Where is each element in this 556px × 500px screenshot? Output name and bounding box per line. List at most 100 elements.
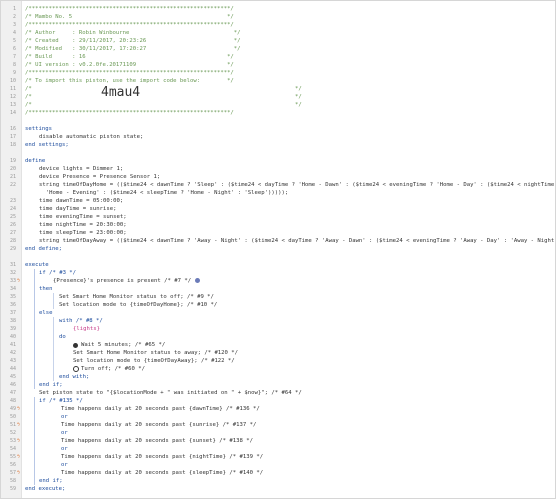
code-line: 39 {lights}: [9, 325, 100, 333]
variable-declaration[interactable]: device lights = Dimmer 1;: [39, 165, 123, 173]
settings-keyword: settings: [25, 126, 52, 132]
device-reference[interactable]: {lights}: [73, 325, 100, 333]
subscription-lightning-icon: ϟ: [17, 406, 21, 412]
subscription-lightning-icon: ϟ: [17, 470, 21, 476]
with-statement[interactable]: with /* #8 */: [59, 317, 103, 325]
import-code[interactable]: 4mau4: [101, 86, 140, 99]
variable-declaration[interactable]: time eveningTime = sunset;: [39, 213, 127, 221]
code-line: 36 Set location mode to {timeOfDayHome}; …: [9, 301, 218, 309]
subscription-lightning-icon: ϟ: [17, 422, 21, 428]
code-line: 22 string timeOfDayHome = (($time24 < daw…: [1, 181, 555, 189]
trigger-condition[interactable]: Time happens daily at 20 seconds past {n…: [61, 453, 263, 461]
code-line: 38 with /* #8 */: [9, 317, 103, 325]
code-line: 23 time dawnTime = 05:00:00;: [9, 197, 124, 205]
code-line: 34 then: [9, 286, 53, 292]
code-line: 32 if /* #3 */: [9, 269, 77, 277]
code-line: 25 time eveningTime = sunset;: [9, 213, 127, 221]
set-piston-state[interactable]: Set piston state to "{$locationMode + " …: [39, 389, 302, 397]
action-statement[interactable]: Wait 5 minutes; /* #65 */: [81, 341, 165, 349]
execute-end: end execute;: [25, 486, 66, 492]
info-icon[interactable]: [195, 278, 200, 283]
code-line: 40 do: [9, 334, 66, 340]
code-line: 26 time nightTime = 20:30:00;: [9, 221, 127, 229]
code-line: 29 end define;: [9, 246, 63, 252]
if-statement[interactable]: if /* #135 */: [39, 397, 83, 405]
code-line: 51 ϟ Time happens daily at 20 seconds past…: [9, 421, 257, 429]
code-line: 35 Set Smart Home Monitor status to off; …: [9, 293, 214, 301]
variable-declaration[interactable]: time dayTime = sunrise;: [39, 205, 116, 213]
code-line: 18 end settings;: [9, 142, 69, 148]
subscription-lightning-icon: ϟ: [17, 278, 21, 284]
then-keyword: then: [39, 286, 53, 292]
or-keyword: or: [61, 414, 68, 420]
action-statement[interactable]: Set location mode to {timeOfDayAway}; /*…: [73, 357, 235, 365]
or-keyword: or: [61, 462, 68, 468]
code-line: 28 string timeOfDayAway = (($time24 < daw…: [1, 237, 555, 245]
block-guide: [34, 397, 35, 485]
code-line: 49 ϟ Time happens daily at 20 seconds past…: [9, 405, 260, 413]
settings-end: end settings;: [25, 142, 69, 148]
code-line: 52 or: [9, 430, 68, 436]
variable-declaration[interactable]: time sleepTime = 23:00:00;: [39, 229, 127, 237]
trigger-condition[interactable]: Time happens daily at 20 seconds past {s…: [61, 469, 263, 477]
code-line: 48 if /* #135 */: [9, 397, 83, 405]
variable-declaration[interactable]: device Presence = Presence Sensor 1;: [39, 173, 160, 181]
action-statement[interactable]: Set Smart Home Monitor status to off; /*…: [59, 293, 214, 301]
code-line: 50 or: [9, 414, 68, 420]
code-line: 20 device lights = Dimmer 1;: [9, 165, 124, 173]
variable-declaration[interactable]: time nightTime = 20:30:00;: [39, 221, 127, 229]
action-statement[interactable]: Set Smart Home Monitor status to away; /…: [73, 349, 238, 357]
header-build: /* Build : 16 */: [25, 54, 234, 60]
trigger-condition[interactable]: Time happens daily at 20 seconds past {s…: [61, 421, 256, 429]
code-line: 55 ϟ Time happens daily at 20 seconds past…: [9, 453, 264, 461]
header-border: /***************************************…: [25, 6, 234, 12]
code-line: 6/* Modified : 30/11/2017, 17:20:27 */: [12, 46, 241, 52]
code-line: 3/**************************************…: [12, 22, 234, 28]
else-keyword: else: [39, 310, 53, 316]
code-line: 13/* */: [9, 102, 302, 108]
header-ui-version: /* UI version : v0.2.0fe.20171109 */: [25, 62, 234, 68]
if-statement[interactable]: if /* #3 */: [39, 269, 76, 277]
code-line: 27 time sleepTime = 23:00:00;: [9, 229, 127, 237]
trigger-condition[interactable]: Time happens daily at 20 seconds past {d…: [61, 405, 260, 413]
trigger-condition[interactable]: Time happens daily at 20 seconds past {s…: [61, 437, 253, 445]
code-line: 21 device Presence = Presence Sensor 1;: [9, 173, 161, 181]
code-line: 2/* Mambo No. 5 */: [12, 14, 234, 20]
header-border: /***************************************…: [25, 22, 234, 28]
power-icon: [73, 366, 79, 372]
code-line: 58 end if;: [9, 478, 63, 484]
code-line: 12/* 4mau4 */: [9, 85, 302, 100]
code-line: 10/* To import this piston, use the impo…: [9, 78, 234, 84]
end-with: end with;: [59, 374, 90, 380]
clock-icon: [73, 343, 78, 348]
action-statement[interactable]: Turn off; /* #60 */: [81, 365, 145, 373]
or-keyword: or: [61, 430, 68, 436]
code-line: 42 Set Smart Home Monitor status to away;…: [9, 349, 239, 357]
define-keyword: define: [25, 158, 46, 164]
condition[interactable]: {Presence}'s presence is present /* #7 *…: [53, 277, 191, 285]
header-border: /***************************************…: [25, 70, 234, 76]
code-line: 43 Set location mode to {timeOfDayAway}; …: [9, 357, 235, 365]
variable-declaration[interactable]: time dawnTime = 05:00:00;: [39, 197, 123, 205]
header-modified: /* Modified : 30/11/2017, 17:20:27 */: [25, 46, 241, 52]
code-line: 5/* Created : 29/11/2017, 20:23:26 */: [12, 38, 241, 44]
variable-declaration[interactable]: string timeOfDayAway = (($time24 < dawnT…: [39, 237, 555, 245]
code-line: 37 else: [9, 310, 53, 316]
code-line: 41 Wait 5 minutes; /* #65 */: [9, 341, 166, 349]
define-end: end define;: [25, 246, 63, 252]
header-title: /* Mambo No. 5 */: [25, 14, 234, 20]
code-line: 44 Turn off; /* #60 */: [9, 365, 145, 373]
action-statement[interactable]: Set location mode to {timeOfDayHome}; /*…: [59, 301, 217, 309]
settings-statement[interactable]: disable automatic piston state;: [39, 133, 143, 141]
code-line: 46 end if;: [9, 382, 63, 388]
block-guide: [34, 269, 35, 389]
code-line: 9/**************************************…: [12, 70, 234, 76]
code-line: 7/* Build : 16 */: [12, 54, 234, 60]
variable-declaration-cont: 'Home - Evening' : ($time24 < sleepTime …: [39, 190, 289, 196]
code-line: 31 execute: [9, 262, 49, 268]
variable-declaration[interactable]: string timeOfDayHome = (($time24 < dawnT…: [39, 181, 555, 189]
code-line: 17 disable automatic piston state;: [9, 133, 144, 141]
code-line: 14/*************************************…: [9, 110, 234, 116]
subscription-lightning-icon: ϟ: [17, 454, 21, 460]
code-line: 8/* UI version : v0.2.0fe.20171109 */: [12, 62, 234, 68]
